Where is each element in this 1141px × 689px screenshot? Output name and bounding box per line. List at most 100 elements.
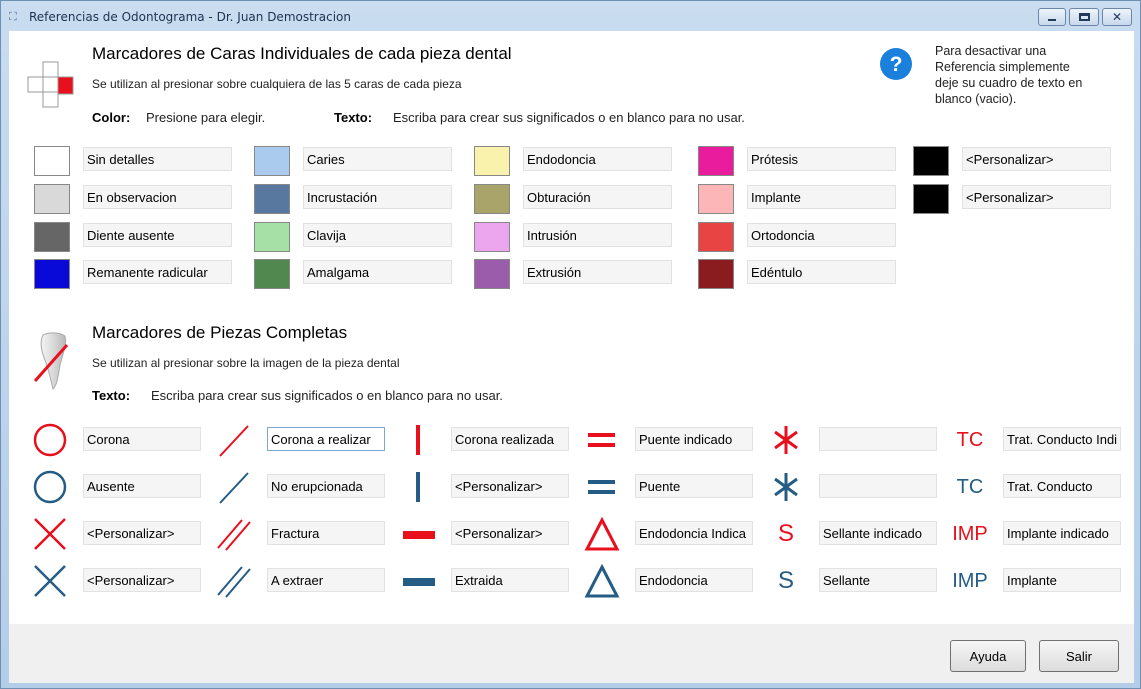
s-icon: S	[777, 567, 794, 594]
piece-label-input[interactable]: Sellante	[819, 568, 937, 592]
color-swatch[interactable]	[254, 259, 290, 289]
triangle-icon	[584, 516, 620, 551]
face-label-input[interactable]: Sin detalles	[83, 147, 232, 171]
face-label-input[interactable]: Edéntulo	[747, 260, 896, 284]
piece-label-input[interactable]: <Personalizar>	[83, 568, 201, 592]
s-icon: S	[777, 520, 794, 547]
color-swatch[interactable]	[474, 222, 510, 252]
color-swatch[interactable]	[698, 259, 734, 289]
equals-icon	[588, 480, 615, 494]
color-hint: Presione para elegir.	[146, 110, 266, 125]
color-swatch[interactable]	[34, 184, 70, 214]
piece-label-input[interactable]: Trat. Conducto	[1003, 474, 1121, 498]
piece-label-input[interactable]: Implante indicado	[1003, 521, 1121, 545]
piece-label-input[interactable]: No erupcionada	[267, 474, 385, 498]
imp-icon: IMP	[952, 569, 988, 592]
piece-label-input[interactable]: Sellante indicado	[819, 521, 937, 545]
face-label-input[interactable]: Obturación	[523, 185, 672, 209]
piece-label-input[interactable]: Puente	[635, 474, 753, 498]
color-swatch[interactable]	[34, 146, 70, 176]
piece-label-input[interactable]: <Personalizar>	[83, 521, 201, 545]
tc-icon: TC	[956, 428, 984, 451]
face-label-input[interactable]: Ortodoncia	[747, 223, 896, 247]
color-swatch[interactable]	[254, 146, 290, 176]
footer-bar: Ayuda Salir	[9, 624, 1134, 683]
pieces-text-hint: Escriba para crear sus significados o en…	[151, 388, 503, 403]
piece-label-input[interactable]: A extraer	[267, 568, 385, 592]
color-label: Color:	[92, 110, 131, 125]
color-swatch[interactable]	[34, 222, 70, 252]
piece-label-input[interactable]: Corona a realizar	[267, 427, 385, 451]
piece-label-input[interactable]: Fractura	[267, 521, 385, 545]
window: ⛶ Referencias de Odontograma - Dr. Juan …	[0, 0, 1141, 689]
close-button[interactable]: ✕	[1102, 8, 1132, 26]
piece-label-input[interactable]: Implante	[1003, 568, 1121, 592]
piece-label-input[interactable]: Endodoncia	[635, 568, 753, 592]
maximize-icon	[1078, 13, 1090, 21]
face-label-input[interactable]: Intrusión	[523, 223, 672, 247]
vbar-icon	[416, 472, 420, 502]
piece-label-input[interactable]: Puente indicado	[635, 427, 753, 451]
face-label-input[interactable]: Extrusión	[523, 260, 672, 284]
face-label-input[interactable]: Implante	[747, 185, 896, 209]
svg-text:?: ?	[890, 53, 903, 76]
color-swatch[interactable]	[254, 184, 290, 214]
color-swatch[interactable]	[34, 259, 70, 289]
color-swatch[interactable]	[474, 184, 510, 214]
app-icon: ⛶	[9, 10, 17, 23]
face-label-input[interactable]: <Personalizar>	[962, 147, 1111, 171]
face-label-input[interactable]: Amalgama	[303, 260, 452, 284]
window-title: Referencias de Odontograma - Dr. Juan De…	[29, 10, 351, 24]
hbar-icon	[403, 531, 435, 539]
face-label-input[interactable]: Clavija	[303, 223, 452, 247]
equals-icon	[588, 433, 615, 447]
piece-label-input[interactable]: Corona realizada	[451, 427, 569, 451]
pieces-text-label: Texto:	[92, 388, 131, 403]
tooth-icon	[33, 332, 69, 390]
color-swatch[interactable]	[698, 146, 734, 176]
color-swatch[interactable]	[913, 146, 949, 176]
face-label-input[interactable]: Prótesis	[747, 147, 896, 171]
piece-label-input[interactable]: <Personalizar>	[451, 521, 569, 545]
color-swatch[interactable]	[474, 146, 510, 176]
client-area: Marcadores de Caras Individuales de cada…	[9, 31, 1134, 624]
slash-icon	[219, 472, 249, 504]
help-icon: ?	[880, 48, 912, 80]
title-bar[interactable]: ⛶ Referencias de Odontograma - Dr. Juan …	[1, 1, 1140, 31]
maximize-button[interactable]	[1069, 8, 1099, 26]
color-swatch[interactable]	[254, 222, 290, 252]
piece-label-input[interactable]: Corona	[83, 427, 201, 451]
tooth-faces-icon	[27, 61, 74, 108]
double-slash-icon	[217, 519, 251, 551]
face-label-input[interactable]: Caries	[303, 147, 452, 171]
face-label-input[interactable]: Remanente radicular	[83, 260, 232, 284]
color-swatch[interactable]	[698, 222, 734, 252]
piece-label-input[interactable]	[819, 427, 937, 451]
piece-label-input[interactable]: Ausente	[83, 474, 201, 498]
color-swatch[interactable]	[474, 259, 510, 289]
piece-label-input[interactable]	[819, 474, 937, 498]
face-label-input[interactable]: Endodoncia	[523, 147, 672, 171]
face-label-input[interactable]: Diente ausente	[83, 223, 232, 247]
tc-icon: TC	[956, 475, 984, 498]
face-label-input[interactable]: <Personalizar>	[962, 185, 1111, 209]
piece-label-input[interactable]: Trat. Conducto Indi	[1003, 427, 1121, 451]
imp-icon: IMP	[952, 522, 988, 545]
section-faces-subtitle: Se utilizan al presionar sobre cualquier…	[92, 77, 462, 91]
color-swatch[interactable]	[698, 184, 734, 214]
asterisk-icon	[774, 426, 798, 454]
minimize-button[interactable]	[1038, 8, 1066, 26]
close-icon: ✕	[1111, 10, 1123, 24]
piece-label-input[interactable]: Extraida	[451, 568, 569, 592]
face-label-input[interactable]: En observacion	[83, 185, 232, 209]
asterisk-icon	[774, 473, 798, 501]
text-hint: Escriba para crear sus significados o en…	[393, 110, 745, 125]
help-button[interactable]: Ayuda	[950, 640, 1026, 672]
color-swatch[interactable]	[913, 184, 949, 214]
face-label-input[interactable]: Incrustación	[303, 185, 452, 209]
piece-label-input[interactable]: Endodoncia Indica	[635, 521, 753, 545]
exit-button[interactable]: Salir	[1039, 640, 1119, 672]
vbar-icon	[416, 425, 420, 455]
piece-label-input[interactable]: <Personalizar>	[451, 474, 569, 498]
help-text: Para desactivar una Referencia simplemen…	[935, 44, 1083, 106]
